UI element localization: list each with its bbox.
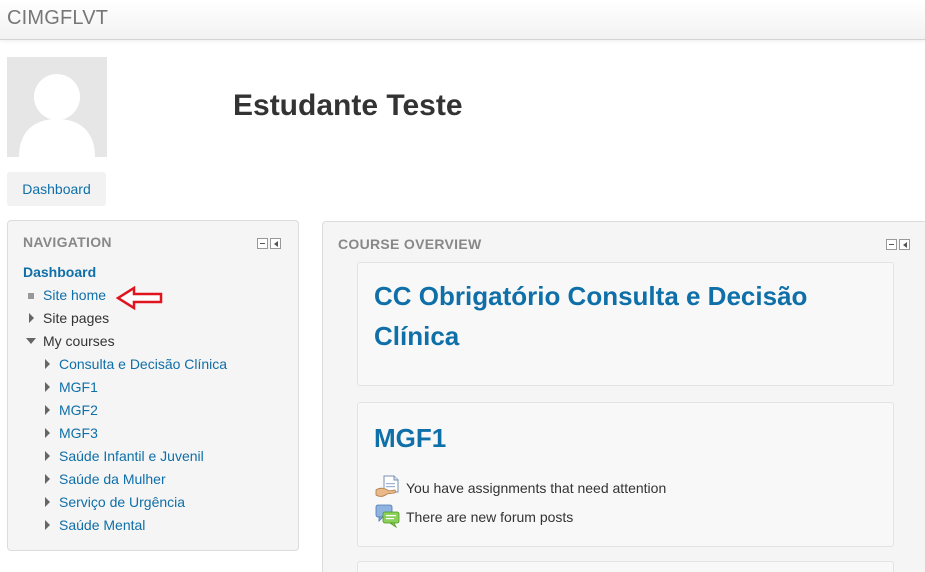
forum-notice[interactable]: There are new forum posts: [375, 504, 573, 528]
user-full-name: Estudante Teste: [233, 89, 463, 122]
user-avatar[interactable]: [7, 57, 107, 157]
nav-course-label[interactable]: Saúde Mental: [59, 517, 145, 533]
dock-block-icon[interactable]: [270, 238, 281, 249]
bullet-icon: [28, 293, 34, 299]
course-overview-title: COURSE OVERVIEW: [338, 236, 482, 252]
course-overview-controls: [886, 239, 910, 250]
assignment-notice[interactable]: You have assignments that need attention: [375, 475, 666, 499]
nav-course-item[interactable]: Saúde da Mulher: [39, 471, 166, 487]
nav-item-label[interactable]: Dashboard: [23, 264, 96, 280]
navigation-block-title: NAVIGATION: [23, 234, 112, 250]
nav-course-label[interactable]: Serviço de Urgência: [59, 494, 185, 510]
nav-item-site-home[interactable]: Site home: [23, 287, 106, 303]
navigation-block: NAVIGATION Dashboard Site home Site page…: [7, 220, 299, 551]
nav-course-label[interactable]: Saúde da Mulher: [59, 471, 166, 487]
course-card: CC Obrigatório Consulta e Decisão Clínic…: [357, 262, 894, 386]
expand-icon[interactable]: [45, 497, 50, 507]
nav-item-dashboard[interactable]: Dashboard: [23, 264, 96, 280]
nav-course-label[interactable]: Consulta e Decisão Clínica: [59, 356, 227, 372]
nav-item-label[interactable]: Site home: [43, 287, 106, 303]
notice-text[interactable]: You have assignments that need attention: [406, 480, 666, 496]
nav-course-item[interactable]: Serviço de Urgência: [39, 494, 185, 510]
nav-course-item[interactable]: MGF2: [39, 402, 98, 418]
nav-course-label[interactable]: Saúde Infantil e Juvenil: [59, 448, 204, 464]
nav-item-label[interactable]: My courses: [43, 333, 115, 349]
nav-item-site-pages[interactable]: Site pages: [23, 310, 109, 326]
expand-icon[interactable]: [45, 359, 50, 369]
expand-icon[interactable]: [45, 382, 50, 392]
notice-text[interactable]: There are new forum posts: [406, 509, 573, 525]
dashboard-button[interactable]: Dashboard: [7, 172, 106, 206]
assignment-icon: [375, 475, 399, 497]
nav-course-label[interactable]: MGF3: [59, 425, 98, 441]
collapse-icon[interactable]: [26, 338, 36, 344]
expand-icon[interactable]: [29, 313, 34, 323]
nav-course-item[interactable]: Consulta e Decisão Clínica: [39, 356, 227, 372]
dock-block-icon[interactable]: [899, 239, 910, 250]
site-name-link[interactable]: CIMGFLVT: [7, 7, 108, 30]
course-title-link[interactable]: CC Obrigatório Consulta e Decisão Clínic…: [374, 276, 874, 356]
nav-course-item[interactable]: MGF3: [39, 425, 98, 441]
expand-icon[interactable]: [45, 520, 50, 530]
top-navbar: CIMGFLVT: [0, 0, 925, 40]
nav-course-item[interactable]: MGF1: [39, 379, 98, 395]
navigation-block-controls: [257, 238, 281, 249]
course-card: [357, 561, 894, 572]
expand-icon[interactable]: [45, 451, 50, 461]
forum-icon: [375, 504, 400, 528]
nav-course-item[interactable]: Saúde Mental: [39, 517, 145, 533]
collapse-block-icon[interactable]: [257, 238, 268, 249]
default-user-icon: [19, 74, 95, 157]
annotation-arrow-icon: [115, 285, 164, 313]
nav-course-label[interactable]: MGF2: [59, 402, 98, 418]
course-card: MGF1 You have assignments that need atte…: [357, 402, 894, 547]
nav-item-label[interactable]: Site pages: [43, 310, 109, 326]
nav-item-my-courses[interactable]: My courses: [23, 333, 115, 349]
collapse-block-icon[interactable]: [886, 239, 897, 250]
nav-course-label[interactable]: MGF1: [59, 379, 98, 395]
course-title-link[interactable]: MGF1: [374, 418, 446, 458]
expand-icon[interactable]: [45, 474, 50, 484]
expand-icon[interactable]: [45, 405, 50, 415]
nav-course-item[interactable]: Saúde Infantil e Juvenil: [39, 448, 204, 464]
expand-icon[interactable]: [45, 428, 50, 438]
